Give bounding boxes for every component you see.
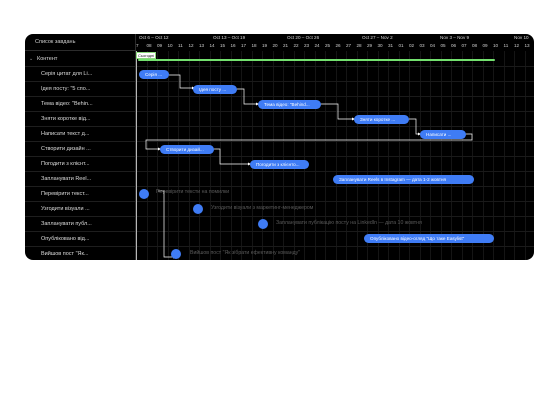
gantt-panel: Список завдань ⌄ Контент Серія цитат для… — [25, 34, 534, 260]
task-name: Тема відео: "Behin... — [41, 101, 93, 107]
divider — [25, 50, 135, 51]
task-name: Зняти коротке від... — [41, 116, 91, 122]
task-row[interactable]: Тема відео: "Behin... — [25, 97, 135, 112]
task-name: Серія цитат для Li... — [41, 71, 93, 77]
task-bar[interactable]: Написати ... — [420, 130, 466, 139]
milestone-dot[interactable] — [258, 219, 268, 229]
task-row[interactable]: Перевірити текст... — [25, 187, 135, 202]
timeline: Oct 6 – Oct 12 Oct 13 – Oct 19 Oct 20 – … — [136, 34, 534, 260]
task-row[interactable]: Опубліковано від... — [25, 232, 135, 247]
group-row-content[interactable]: ⌄ Контент — [25, 52, 135, 67]
milestone-label: Узгодити візуали з маркетинг-менеджером — [211, 205, 314, 211]
milestone-dot[interactable] — [171, 249, 181, 259]
task-bar[interactable]: Ідея посту ... — [193, 85, 237, 94]
task-bar[interactable]: Серія ... — [139, 70, 169, 79]
milestone-dot[interactable] — [139, 189, 149, 199]
task-row[interactable]: Запланувати Reel... — [25, 172, 135, 187]
task-name: Написати текст д... — [41, 131, 90, 137]
task-row[interactable]: Вийшов пост "Як... — [25, 247, 135, 260]
task-row[interactable]: Запланувати публ... — [25, 217, 135, 232]
task-row[interactable]: Написати текст д... — [25, 127, 135, 142]
task-name: Запланувати публ... — [41, 221, 92, 227]
task-list-header: Список завдань — [35, 39, 76, 45]
milestone-label: Запланувати публікацію посту на LinkedIn… — [276, 220, 422, 226]
task-bar[interactable]: Створити дизай... — [160, 145, 214, 154]
task-row[interactable]: Створити дизайн ... — [25, 142, 135, 157]
task-name: Ідея посту: "5 спо... — [41, 86, 91, 92]
task-name: Узгодити візуали ... — [41, 206, 90, 212]
chevron-down-icon[interactable]: ⌄ — [29, 56, 37, 62]
group-label: Контент — [37, 56, 58, 62]
task-name: Погодити з клієнт... — [41, 161, 90, 167]
task-name: Створити дизайн ... — [41, 146, 91, 152]
task-row[interactable]: Серія цитат для Li... — [25, 67, 135, 82]
milestone-label: Вийшов пост "Як зібрати ефективну команд… — [190, 250, 301, 256]
task-bar[interactable]: Запланувати Reels в Instagram — дата 1-2… — [333, 175, 474, 184]
task-name: Вийшов пост "Як... — [41, 251, 89, 257]
task-name: Перевірити текст... — [41, 191, 89, 197]
milestone-dot[interactable] — [193, 204, 203, 214]
task-bar[interactable]: Зняти коротке ... — [354, 115, 409, 124]
task-row[interactable]: Зняти коротке від... — [25, 112, 135, 127]
task-bar[interactable]: Погодити з клієнто... — [250, 160, 309, 169]
task-list: Список завдань ⌄ Контент Серія цитат для… — [25, 34, 136, 260]
task-bar[interactable]: Тема відео: "Behind... — [258, 100, 321, 109]
task-row[interactable]: Погодити з клієнт... — [25, 157, 135, 172]
milestone-bar[interactable]: Опубліковано відео-огляд "Що таке Easyli… — [364, 234, 494, 243]
task-name: Опубліковано від... — [41, 236, 90, 242]
task-row[interactable]: Узгодити візуали ... — [25, 202, 135, 217]
task-row[interactable]: Ідея посту: "5 спо... — [25, 82, 135, 97]
task-name: Запланувати Reel... — [41, 176, 92, 182]
milestone-label: Перевірити тексти на помилки — [156, 189, 230, 195]
